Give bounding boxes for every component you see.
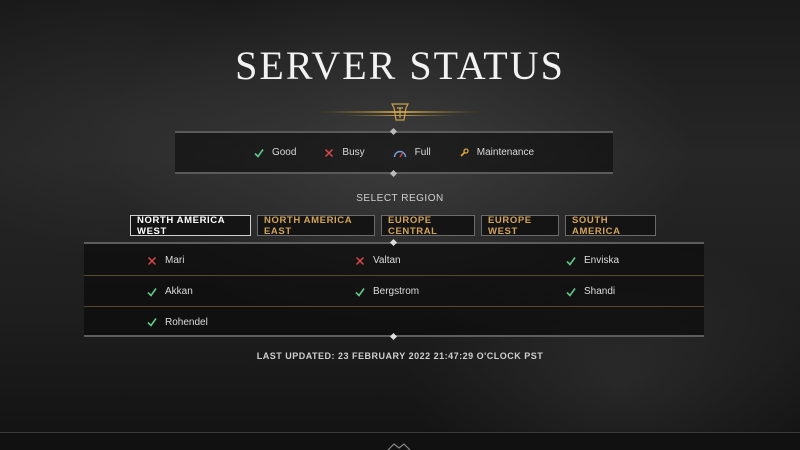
wrench-icon xyxy=(460,147,469,157)
status-legend: Good Busy Full Maintenance xyxy=(175,127,613,178)
server-name: Valtan xyxy=(373,255,401,266)
server-row: Mari Valtan Enviska xyxy=(84,246,704,276)
server-row: Akkan Bergstrom Shandi xyxy=(84,277,704,307)
server-name: Mari xyxy=(165,255,185,266)
check-icon xyxy=(254,148,264,158)
footer-ornament xyxy=(387,443,411,450)
server-name: Bergstrom xyxy=(373,286,420,297)
server-name: Shandi xyxy=(584,286,616,297)
server-name: Rohendel xyxy=(165,316,208,328)
check-icon xyxy=(566,287,576,297)
server-name: Enviska xyxy=(584,255,620,266)
region-tabs: NORTH AMERICA WEST NORTH AMERICA EAST EU… xyxy=(130,215,656,237)
check-icon xyxy=(147,318,157,327)
panel-top-diamond xyxy=(389,238,398,247)
legend-item-maintenance: Maintenance xyxy=(459,147,534,158)
legend-label: Maintenance xyxy=(476,147,535,158)
server-bergstrom: Bergstrom xyxy=(290,286,496,297)
gauge-icon xyxy=(393,150,406,157)
tab-europe-west[interactable]: EUROPE WEST xyxy=(481,215,559,237)
legend-item-busy: Busy xyxy=(324,147,365,158)
tab-north-america-east[interactable]: NORTH AMERICA EAST xyxy=(257,215,375,237)
server-list-panel: Mari Valtan Enviska Akkan Bergstrom Shan… xyxy=(84,238,704,341)
title-ornament xyxy=(320,103,480,121)
legend-top-diamond xyxy=(389,127,398,136)
tab-europe-central[interactable]: EUROPE CENTRAL xyxy=(381,215,475,237)
legend-label: Good xyxy=(271,147,297,158)
x-icon xyxy=(147,256,157,265)
x-icon xyxy=(355,256,365,265)
select-region-label: SELECT REGION xyxy=(356,193,444,204)
tab-south-america[interactable]: SOUTH AMERICA xyxy=(565,215,656,237)
check-icon xyxy=(147,287,157,297)
legend-item-good: Good xyxy=(254,147,296,158)
server-enviska: Enviska xyxy=(496,255,702,266)
x-icon xyxy=(325,148,334,157)
last-updated-text: LAST UPDATED: 23 FEBRUARY 2022 21:47:29 … xyxy=(256,351,544,361)
server-rohendel: Rohendel xyxy=(84,317,290,328)
legend-bottom-diamond xyxy=(389,169,398,178)
server-shandi: Shandi xyxy=(496,286,702,297)
legend-label: Full xyxy=(414,147,431,158)
server-valtan: Valtan xyxy=(290,255,496,266)
check-icon xyxy=(355,287,365,297)
legend-label: Busy xyxy=(342,147,365,158)
page-title: SERVER STATUS xyxy=(235,43,565,88)
check-icon xyxy=(566,256,576,266)
tab-north-america-west[interactable]: NORTH AMERICA WEST xyxy=(130,215,251,237)
server-mari: Mari xyxy=(84,255,290,266)
server-akkan: Akkan xyxy=(84,286,290,297)
server-name: Akkan xyxy=(165,286,193,297)
legend-item-full: Full xyxy=(393,147,431,158)
